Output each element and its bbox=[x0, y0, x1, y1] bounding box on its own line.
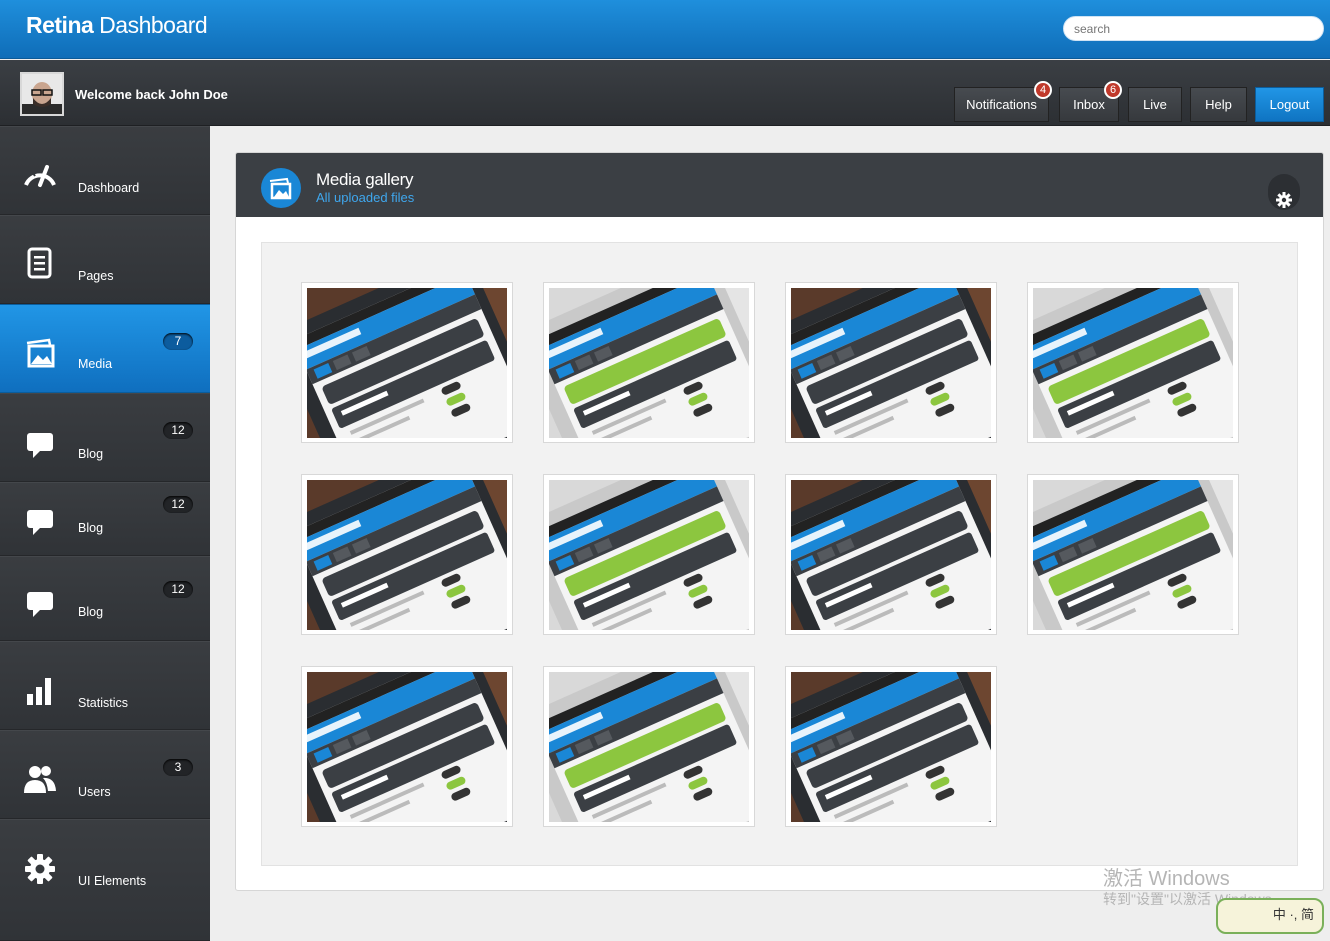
brand-logo[interactable]: Retina Dashboard bbox=[26, 12, 208, 39]
gallery-thumbnail[interactable] bbox=[543, 282, 755, 443]
user-bar: Welcome back John Doe Notifications 4 In… bbox=[0, 60, 1330, 126]
blog-count-badge: 12 bbox=[163, 422, 193, 439]
chat-bubble-icon bbox=[27, 433, 53, 458]
sidebar-item-blog[interactable]: Blog 12 bbox=[0, 393, 210, 482]
thumbnail-image bbox=[1033, 480, 1233, 630]
gallery-thumbnail[interactable] bbox=[301, 666, 513, 827]
sidebar-item-blog[interactable]: Blog 12 bbox=[0, 482, 210, 556]
thumbnail-image bbox=[791, 672, 991, 822]
panel-settings-button[interactable] bbox=[1268, 174, 1300, 210]
media-gallery-panel: Media gallery All uploaded files bbox=[235, 152, 1324, 891]
sidebar-item-blog[interactable]: Blog 12 bbox=[0, 556, 210, 641]
inbox-button[interactable]: Inbox 6 bbox=[1059, 81, 1122, 122]
sidebar-item-label: Pages bbox=[78, 269, 114, 283]
sidebar-item-dashboard[interactable]: Dashboard bbox=[0, 126, 210, 215]
bar-chart-icon bbox=[27, 678, 51, 705]
welcome-text: Welcome back John Doe bbox=[75, 87, 228, 102]
notifications-button[interactable]: Notifications 4 bbox=[954, 81, 1052, 122]
thumbnail-image bbox=[307, 288, 507, 438]
gallery-thumbnail[interactable] bbox=[301, 474, 513, 635]
speedometer-icon bbox=[24, 165, 56, 187]
sidebar-item-statistics[interactable]: Statistics bbox=[0, 641, 210, 730]
panel-title: Media gallery bbox=[316, 170, 414, 189]
blog-count-badge: 12 bbox=[163, 581, 193, 598]
thumbnail-image bbox=[307, 480, 507, 630]
sidebar-item-media[interactable]: Media 7 bbox=[0, 304, 210, 393]
users-icon bbox=[24, 766, 56, 793]
gallery-thumbnail[interactable] bbox=[785, 282, 997, 443]
gear-icon bbox=[25, 854, 55, 884]
gallery-thumbnail[interactable] bbox=[543, 474, 755, 635]
search-input[interactable] bbox=[1063, 16, 1324, 41]
activation-watermark-title: 激活 Windows bbox=[1103, 868, 1230, 890]
gallery-thumbnail[interactable] bbox=[785, 474, 997, 635]
logout-button[interactable]: Logout bbox=[1255, 87, 1324, 122]
image-icon bbox=[261, 168, 301, 208]
gallery-thumbnail[interactable] bbox=[785, 666, 997, 827]
top-header: Retina Dashboard bbox=[0, 0, 1330, 59]
chat-bubble-icon bbox=[27, 592, 53, 617]
sidebar: Dashboard Pages Media 7 Blog 12 Blog 12 … bbox=[0, 126, 210, 941]
thumbnail-image bbox=[307, 672, 507, 822]
panel-header: Media gallery All uploaded files bbox=[236, 153, 1323, 217]
sidebar-item-users[interactable]: Users 3 bbox=[0, 730, 210, 819]
gallery-grid bbox=[261, 242, 1298, 866]
live-button[interactable]: Live bbox=[1128, 87, 1182, 122]
gallery-thumbnail[interactable] bbox=[1027, 282, 1239, 443]
sidebar-item-pages[interactable]: Pages bbox=[0, 215, 210, 304]
inbox-badge: 6 bbox=[1104, 81, 1122, 99]
gallery-thumbnail[interactable] bbox=[543, 666, 755, 827]
sidebar-item-label: Blog bbox=[78, 521, 104, 535]
blog-count-badge: 12 bbox=[163, 496, 193, 513]
sidebar-item-label: Statistics bbox=[78, 696, 129, 710]
gallery-thumbnail[interactable] bbox=[301, 282, 513, 443]
media-count-badge: 7 bbox=[163, 333, 193, 350]
thumbnail-image bbox=[1033, 288, 1233, 438]
gear-icon bbox=[1276, 192, 1292, 208]
panel-subtitle: All uploaded files bbox=[316, 190, 415, 205]
help-button[interactable]: Help bbox=[1190, 87, 1247, 122]
sidebar-item-label: Users bbox=[78, 785, 111, 799]
sidebar-item-label: Blog bbox=[78, 605, 104, 619]
sidebar-item-label: UI Elements bbox=[78, 874, 147, 888]
document-icon bbox=[27, 247, 52, 279]
users-count-badge: 3 bbox=[163, 759, 193, 776]
ime-indicator[interactable]: 中 ·, 简 bbox=[1216, 898, 1324, 934]
sidebar-item-label: Dashboard bbox=[78, 181, 140, 195]
thumbnail-image bbox=[791, 480, 991, 630]
thumbnail-image bbox=[549, 672, 749, 822]
sidebar-item-ui-elements[interactable]: UI Elements bbox=[0, 819, 210, 941]
gallery-thumbnail[interactable] bbox=[1027, 474, 1239, 635]
thumbnail-image bbox=[549, 480, 749, 630]
notifications-badge: 4 bbox=[1034, 81, 1052, 99]
chat-bubble-icon bbox=[27, 510, 53, 535]
thumbnail-image bbox=[549, 288, 749, 438]
sidebar-item-label: Media bbox=[78, 357, 113, 371]
thumbnail-image bbox=[791, 288, 991, 438]
image-icon bbox=[26, 338, 55, 368]
sidebar-item-label: Blog bbox=[78, 447, 104, 461]
avatar[interactable] bbox=[20, 72, 64, 116]
